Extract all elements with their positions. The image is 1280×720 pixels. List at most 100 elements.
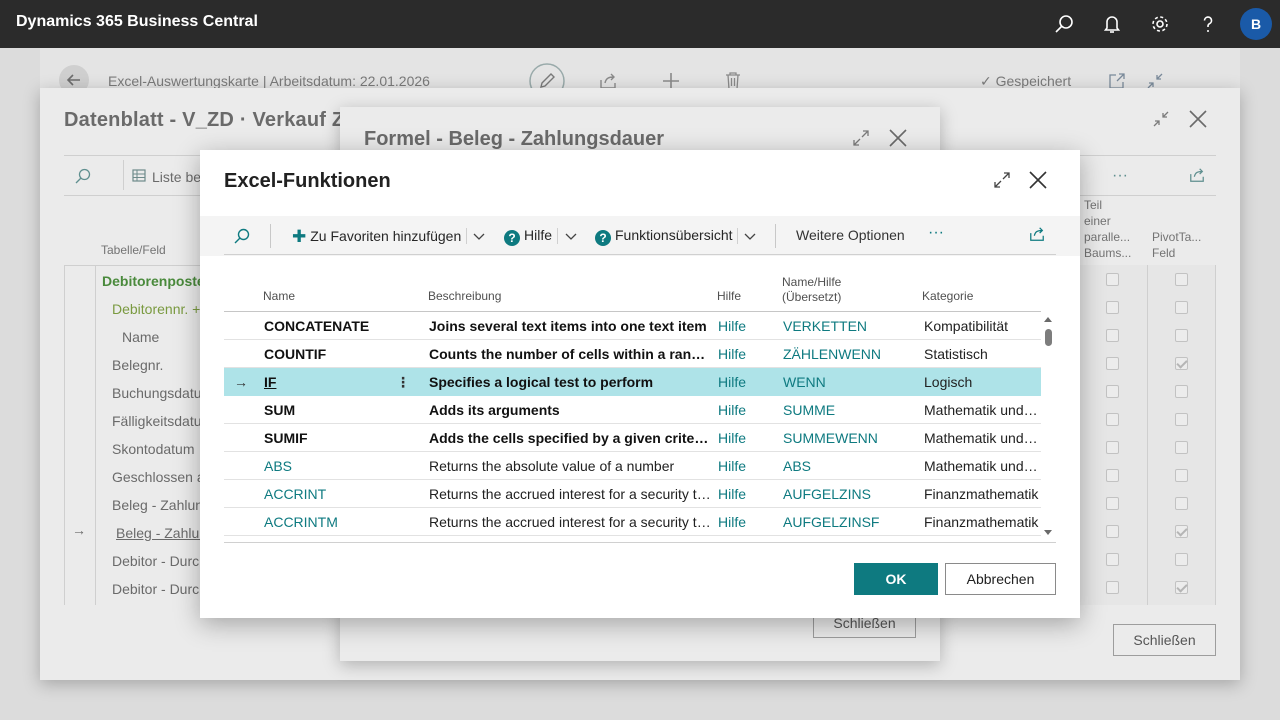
- datasheet-row[interactable]: Geschlossen a: [112, 469, 205, 485]
- function-name[interactable]: ABS: [264, 452, 414, 480]
- function-translated-link[interactable]: ZÄHLENWENN: [783, 340, 913, 368]
- chevron-down-icon[interactable]: [472, 230, 486, 242]
- scrollbar-thumb[interactable]: [1045, 329, 1052, 346]
- teil-checkbox[interactable]: [1106, 385, 1119, 398]
- col-name[interactable]: Name: [263, 289, 295, 304]
- function-translated-link[interactable]: SUMMEWENN: [783, 424, 913, 452]
- expand-icon[interactable]: [993, 171, 1011, 189]
- function-overview-button[interactable]: ? Funktionsübersicht: [595, 227, 733, 246]
- table-row[interactable]: COUNTIF Counts the number of cells withi…: [224, 340, 1041, 368]
- function-translated-link[interactable]: WENN: [783, 368, 913, 396]
- pivot-checkbox[interactable]: [1175, 497, 1188, 510]
- table-row-selected[interactable]: → IF ⋮ Specifies a logical test to perfo…: [224, 368, 1041, 396]
- datasheet-close-icon[interactable]: [1188, 109, 1208, 129]
- function-help-link[interactable]: Hilfe: [718, 480, 768, 508]
- function-translated-link[interactable]: AUFGELZINS: [783, 480, 913, 508]
- teil-checkbox[interactable]: [1106, 273, 1119, 286]
- col-help[interactable]: Hilfe: [717, 289, 741, 304]
- list-edit-icon[interactable]: [132, 168, 148, 184]
- formula-expand-icon[interactable]: [852, 129, 870, 147]
- teil-checkbox[interactable]: [1106, 497, 1119, 510]
- help-icon[interactable]: [1196, 12, 1220, 36]
- function-help-link[interactable]: Hilfe: [718, 396, 768, 424]
- datasheet-close-button[interactable]: Schließen: [1113, 624, 1216, 656]
- datasheet-row[interactable]: Debitor - Durc: [112, 553, 199, 569]
- col-table-field[interactable]: Tabelle/Feld: [101, 243, 166, 257]
- col-translated[interactable]: Name/Hilfe (Übersetzt): [782, 275, 841, 305]
- table-row[interactable]: ABS Returns the absolute value of a numb…: [224, 452, 1041, 480]
- datasheet-row[interactable]: Debitor - Durc: [112, 581, 199, 597]
- function-help-link[interactable]: Hilfe: [718, 424, 768, 452]
- datasheet-row[interactable]: Beleg - Zahlur: [116, 525, 204, 541]
- function-help-link[interactable]: Hilfe: [718, 452, 768, 480]
- function-help-link[interactable]: Hilfe: [718, 368, 768, 396]
- teil-checkbox[interactable]: [1106, 441, 1119, 454]
- pivot-checkbox[interactable]: [1175, 273, 1188, 286]
- function-help-link[interactable]: Hilfe: [718, 508, 768, 536]
- datasheet-row[interactable]: Skontodatum: [112, 441, 195, 457]
- datasheet-collapse-icon[interactable]: [1152, 110, 1170, 128]
- search-icon[interactable]: [233, 227, 251, 245]
- app-title[interactable]: Dynamics 365 Business Central: [16, 13, 258, 31]
- teil-checkbox[interactable]: [1106, 329, 1119, 342]
- function-name[interactable]: IF: [264, 368, 374, 396]
- pivot-checkbox[interactable]: [1175, 553, 1188, 566]
- teil-checkbox[interactable]: [1106, 413, 1119, 426]
- datasheet-row[interactable]: Fälligkeitsdatu: [112, 413, 202, 429]
- function-translated-link[interactable]: AUFGELZINSF: [783, 508, 913, 536]
- function-name[interactable]: ACCRINTM: [264, 508, 414, 536]
- col-part-of-tree[interactable]: Teil einer paralle... Baums...: [1084, 197, 1131, 261]
- datasheet-group-row[interactable]: Debitorenposte: [102, 273, 205, 289]
- datasheet-more-options[interactable]: ···: [1112, 167, 1128, 185]
- teil-checkbox[interactable]: [1106, 469, 1119, 482]
- pivot-checkbox[interactable]: [1175, 357, 1188, 370]
- chevron-down-icon[interactable]: [564, 230, 578, 242]
- teil-checkbox[interactable]: [1106, 581, 1119, 594]
- row-menu-icon[interactable]: ⋮: [396, 368, 410, 396]
- scrollbar[interactable]: [1044, 314, 1054, 540]
- formula-close-icon[interactable]: [888, 128, 908, 148]
- table-row[interactable]: CONCATENATE Joins several text items int…: [224, 312, 1041, 340]
- datasheet-name-row[interactable]: Name: [122, 329, 159, 345]
- function-translated-link[interactable]: SUMME: [783, 396, 913, 424]
- function-name[interactable]: ACCRINT: [264, 480, 414, 508]
- avatar[interactable]: B: [1240, 8, 1272, 40]
- table-row[interactable]: ACCRINTM Returns the accrued interest fo…: [224, 508, 1041, 536]
- function-help-link[interactable]: Hilfe: [718, 340, 768, 368]
- datasheet-row[interactable]: Buchungsdatu: [112, 385, 202, 401]
- bell-icon[interactable]: [1100, 12, 1124, 36]
- datasheet-row[interactable]: Belegnr.: [112, 357, 163, 373]
- close-icon[interactable]: [1028, 170, 1048, 190]
- function-translated-link[interactable]: VERKETTEN: [783, 312, 913, 340]
- datasheet-share-icon[interactable]: [1188, 167, 1206, 183]
- table-row[interactable]: SUMIF Adds the cells specified by a give…: [224, 424, 1041, 452]
- pivot-checkbox[interactable]: [1175, 469, 1188, 482]
- datasheet-row[interactable]: Beleg - Zahlun: [112, 497, 203, 513]
- datasheet-search-icon[interactable]: [74, 167, 92, 185]
- more-actions-icon[interactable]: ···: [928, 224, 944, 242]
- search-icon[interactable]: [1052, 12, 1076, 36]
- teil-checkbox[interactable]: [1106, 553, 1119, 566]
- pivot-checkbox[interactable]: [1175, 413, 1188, 426]
- pivot-checkbox[interactable]: [1175, 329, 1188, 342]
- datasheet-subgroup-row[interactable]: Debitorennr. +: [112, 301, 200, 317]
- table-row[interactable]: ACCRINT Returns the accrued interest for…: [224, 480, 1041, 508]
- table-row[interactable]: SUM Adds its arguments Hilfe SUMME Mathe…: [224, 396, 1041, 424]
- help-button[interactable]: ? Hilfe: [504, 227, 552, 246]
- teil-checkbox[interactable]: [1106, 357, 1119, 370]
- scroll-down-icon[interactable]: [1043, 529, 1053, 537]
- more-options-button[interactable]: Weitere Optionen: [796, 227, 905, 243]
- gear-icon[interactable]: [1148, 12, 1172, 36]
- teil-checkbox[interactable]: [1106, 525, 1119, 538]
- function-translated-link[interactable]: ABS: [783, 452, 913, 480]
- datasheet-list-button[interactable]: Liste be: [152, 169, 201, 185]
- cancel-button[interactable]: Abbrechen: [945, 563, 1056, 595]
- add-favorites-button[interactable]: ✚ Zu Favoriten hinzufügen: [292, 227, 461, 247]
- col-category[interactable]: Kategorie: [922, 289, 973, 304]
- scroll-up-icon[interactable]: [1043, 315, 1053, 323]
- function-help-link[interactable]: Hilfe: [718, 312, 768, 340]
- share-icon[interactable]: [1028, 226, 1046, 242]
- pivot-checkbox[interactable]: [1175, 385, 1188, 398]
- teil-checkbox[interactable]: [1106, 301, 1119, 314]
- pivot-checkbox[interactable]: [1175, 581, 1188, 594]
